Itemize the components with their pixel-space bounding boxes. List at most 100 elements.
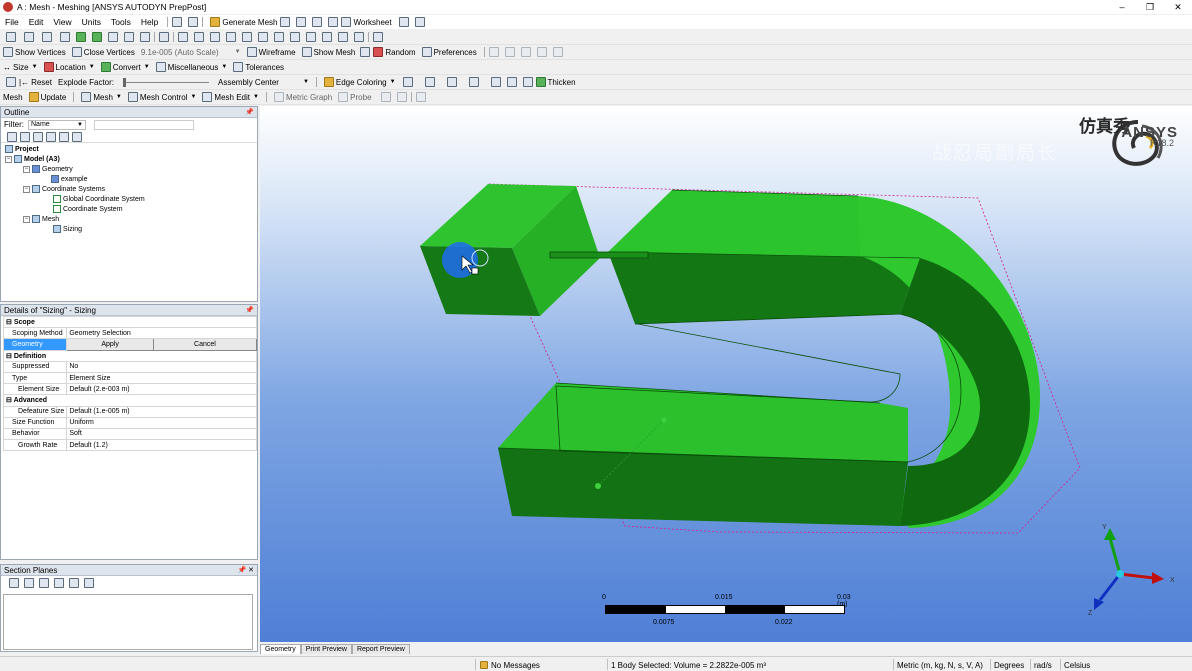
pin-icon[interactable]: 📌 bbox=[245, 107, 254, 118]
toolbar-icon[interactable] bbox=[396, 92, 407, 102]
tolerances-button[interactable]: Tolerances bbox=[230, 62, 287, 72]
edge-icon[interactable] bbox=[468, 77, 479, 87]
filter-search-input[interactable] bbox=[94, 119, 194, 130]
delete-icon[interactable] bbox=[39, 578, 49, 588]
temp-unit-status[interactable]: Celsius bbox=[1064, 659, 1090, 671]
axis-triad[interactable]: Y X Z bbox=[1082, 522, 1182, 622]
collapse-icon[interactable]: − bbox=[23, 185, 30, 193]
view-icon[interactable] bbox=[354, 32, 364, 42]
apply-button[interactable]: Apply bbox=[66, 338, 154, 351]
vertex-select-icon[interactable] bbox=[24, 32, 34, 42]
tree-tool-icon[interactable] bbox=[72, 131, 82, 142]
graphics-viewport[interactable]: 战忍局副局长 仿真秀 ANSYS R18.2 0 0.015 0.03 (m) … bbox=[260, 106, 1192, 642]
edge-select-icon[interactable] bbox=[42, 32, 52, 42]
body-select-icon[interactable] bbox=[76, 32, 86, 42]
tree-tool-icon[interactable] bbox=[46, 131, 56, 142]
collapse-icon[interactable]: − bbox=[23, 215, 30, 223]
menu-view[interactable]: View bbox=[48, 17, 76, 27]
toolbar-icon[interactable] bbox=[296, 17, 307, 27]
rotate-icon[interactable] bbox=[178, 32, 188, 42]
mesh-edit-dropdown[interactable]: Mesh Edit ▼ bbox=[199, 92, 262, 102]
row-value[interactable]: Default (2.e-003 m) bbox=[66, 383, 257, 396]
align-icon[interactable] bbox=[536, 47, 547, 57]
explode-icon[interactable] bbox=[6, 77, 16, 87]
tree-tool-icon[interactable] bbox=[20, 131, 30, 142]
convert-dropdown[interactable]: Convert ▼ bbox=[98, 62, 153, 72]
layout-icon[interactable] bbox=[373, 32, 383, 42]
location-dropdown[interactable]: Location ▼ bbox=[41, 62, 98, 72]
thickness-icon[interactable] bbox=[522, 77, 533, 87]
close-vertices-button[interactable]: Close Vertices bbox=[69, 47, 138, 57]
tree-tool-icon[interactable] bbox=[59, 131, 69, 142]
row-value[interactable]: Soft bbox=[66, 427, 257, 441]
edge-icon[interactable] bbox=[424, 77, 435, 87]
mesh-dropdown[interactable]: Mesh ▼ bbox=[78, 92, 125, 102]
select-icon[interactable] bbox=[108, 32, 118, 42]
menu-units[interactable]: Units bbox=[77, 17, 106, 27]
tree-item-sizing[interactable]: Sizing bbox=[53, 224, 82, 234]
collapse-icon[interactable]: ⊟ bbox=[6, 319, 12, 326]
reset-button[interactable]: |← Reset bbox=[16, 78, 55, 87]
thicken-button[interactable]: Thicken bbox=[533, 77, 579, 87]
select-icon[interactable] bbox=[92, 32, 102, 42]
edge-icon[interactable] bbox=[490, 77, 501, 87]
selection-mode-icon[interactable] bbox=[6, 32, 16, 42]
pin-icon[interactable]: 📌 bbox=[245, 305, 254, 316]
units-status[interactable]: Metric (m, kg, N, s, V, A) bbox=[897, 659, 983, 671]
show-mesh-button[interactable]: Show Mesh bbox=[299, 47, 359, 57]
extend-icon[interactable] bbox=[159, 32, 169, 42]
tree-item-global-cs[interactable]: Global Coordinate System bbox=[53, 194, 145, 204]
assembly-center-dropdown[interactable]: Assembly Center ▼ bbox=[215, 78, 312, 87]
tab-print-preview[interactable]: Print Preview bbox=[300, 644, 352, 654]
messages-status[interactable]: No Messages bbox=[480, 659, 540, 671]
collapse-icon[interactable]: ⊟ bbox=[6, 397, 12, 404]
new-plane-icon[interactable] bbox=[9, 578, 19, 588]
toolbar-icon[interactable] bbox=[312, 17, 323, 27]
model-canvas[interactable] bbox=[260, 106, 1192, 642]
details-section[interactable]: ⊟ Scope bbox=[3, 315, 257, 329]
section-planes-list[interactable] bbox=[3, 594, 253, 650]
tree-item-model[interactable]: − Model (A3) bbox=[5, 154, 60, 164]
tree-item-project[interactable]: Project bbox=[5, 144, 39, 154]
cancel-button[interactable]: Cancel bbox=[152, 338, 258, 351]
pencil-icon[interactable] bbox=[506, 77, 517, 87]
tree-tool-icon[interactable] bbox=[33, 131, 43, 142]
menu-file[interactable]: File bbox=[0, 17, 24, 27]
metric-graph-button[interactable]: Metric Graph bbox=[271, 92, 335, 102]
plane-icon[interactable] bbox=[84, 578, 94, 588]
face-select-icon[interactable] bbox=[60, 32, 70, 42]
tree-item-example[interactable]: example bbox=[51, 174, 87, 184]
details-section[interactable]: ⊟ Definition bbox=[3, 349, 257, 362]
filter-dropdown[interactable]: Name ▼ bbox=[28, 119, 86, 130]
view-icon[interactable] bbox=[306, 32, 316, 42]
toolbar-icon[interactable] bbox=[328, 17, 339, 27]
tree-item-geometry[interactable]: − Geometry bbox=[23, 164, 73, 174]
miscellaneous-dropdown[interactable]: Miscellaneous ▼ bbox=[153, 62, 231, 72]
tab-report-preview[interactable]: Report Preview bbox=[351, 644, 410, 654]
toolbar-icon[interactable] bbox=[172, 17, 183, 27]
random-button[interactable]: Random bbox=[370, 47, 418, 57]
generate-mesh-button[interactable]: Generate Mesh bbox=[207, 17, 280, 27]
cursor-icon[interactable] bbox=[398, 17, 409, 27]
pin-body[interactable] bbox=[549, 251, 649, 259]
toolbar-icon[interactable] bbox=[280, 17, 291, 27]
align-icon[interactable] bbox=[504, 47, 515, 57]
pan-icon[interactable] bbox=[194, 32, 204, 42]
row-value[interactable]: Uniform bbox=[66, 416, 257, 429]
restore-button[interactable]: ❐ bbox=[1136, 0, 1164, 14]
align-icon[interactable] bbox=[552, 47, 563, 57]
close-button[interactable]: ✕ bbox=[1164, 0, 1192, 14]
edge-icon[interactable] bbox=[446, 77, 457, 87]
tree-item-coordinate-systems[interactable]: − Coordinate Systems bbox=[23, 184, 105, 194]
row-value[interactable]: No bbox=[66, 360, 257, 373]
edge-coloring-dropdown[interactable]: Edge Coloring ▼ bbox=[321, 77, 399, 87]
update-button[interactable]: Update bbox=[26, 92, 70, 102]
edge-icon[interactable] bbox=[402, 77, 413, 87]
mesh-tool-icon[interactable] bbox=[360, 47, 371, 57]
probe-button[interactable]: Probe bbox=[335, 92, 374, 102]
angle-unit-status[interactable]: Degrees bbox=[994, 659, 1024, 671]
plane-icon[interactable] bbox=[54, 578, 64, 588]
show-vertices-button[interactable]: Show Vertices bbox=[0, 47, 69, 57]
tree-item-mesh[interactable]: − Mesh bbox=[23, 214, 59, 224]
align-icon[interactable] bbox=[520, 47, 531, 57]
